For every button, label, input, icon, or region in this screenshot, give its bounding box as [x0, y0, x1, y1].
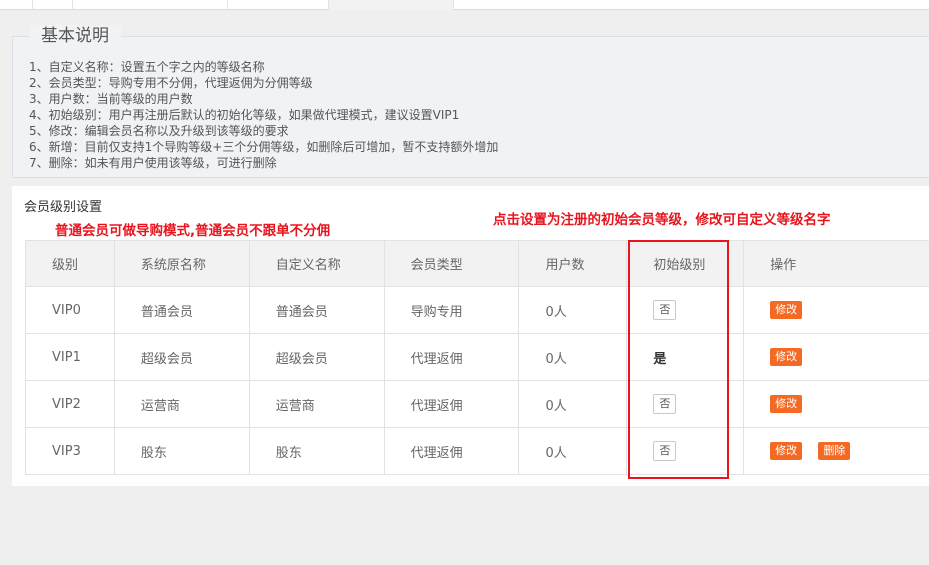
header-member-type: 会员类型	[383, 240, 520, 287]
header-actions: 操作	[743, 240, 929, 287]
cell-actions: 修改 删除	[743, 427, 929, 475]
set-initial-button[interactable]: 否	[653, 300, 677, 320]
cell-member-type: 导购专用	[383, 286, 520, 334]
cell-user-count: 0人	[518, 427, 628, 475]
info-line: 6、新增：目前仅支持1个导购等级+三个分佣等级，如删除后可增加，暂不支持额外增加	[29, 140, 499, 154]
header-system-name: 系统原名称	[113, 240, 250, 287]
cell-level: VIP1	[25, 333, 115, 381]
member-level-table: 级别 系统原名称 自定义名称 会员类型 用户数 初始级别 操作 VIP0 普通会…	[25, 240, 929, 475]
initial-level-yes: 是	[653, 351, 667, 367]
annotation-right: 点击设置为注册的初始会员等级，修改可自定义等级名字	[493, 212, 831, 228]
header-user-count: 用户数	[518, 240, 628, 287]
cell-level: VIP2	[25, 380, 115, 428]
info-line: 7、删除：如未有用户使用该等级，可进行删除	[29, 156, 277, 170]
header-level: 级别	[25, 240, 115, 287]
cell-system-name: 股东	[113, 427, 250, 475]
cell-member-type: 代理返佣	[383, 427, 520, 475]
cell-custom-name: 超级会员	[248, 333, 385, 381]
cell-initial-level: 否	[626, 427, 745, 475]
cell-member-type: 代理返佣	[383, 333, 520, 381]
tab-item-active[interactable]	[328, 0, 454, 10]
set-initial-button[interactable]: 否	[653, 394, 677, 414]
cell-user-count: 0人	[518, 380, 628, 428]
delete-button[interactable]: 删除	[818, 442, 851, 460]
header-custom-name: 自定义名称	[248, 240, 385, 287]
table-row: VIP2 运营商 运营商 代理返佣 0人 否 修改	[25, 380, 929, 428]
table-row: VIP0 普通会员 普通会员 导购专用 0人 否 修改	[25, 286, 929, 334]
cell-member-type: 代理返佣	[383, 380, 520, 428]
cell-custom-name: 普通会员	[248, 286, 385, 334]
set-initial-button[interactable]: 否	[653, 441, 677, 461]
info-line: 4、初始级别：用户再注册后默认的初始化等级，如果做代理模式，建议设置VIP1	[29, 108, 460, 122]
edit-button[interactable]: 修改	[770, 442, 803, 460]
cell-actions: 修改	[743, 286, 929, 334]
table-row: VIP1 超级会员 超级会员 代理返佣 0人 是 修改	[25, 333, 929, 381]
cell-actions: 修改	[743, 333, 929, 381]
cell-initial-level: 否	[626, 380, 745, 428]
header-initial-level: 初始级别	[626, 240, 745, 287]
top-tab-bar	[0, 0, 929, 10]
edit-button[interactable]: 修改	[770, 395, 803, 413]
cell-custom-name: 股东	[248, 427, 385, 475]
cell-initial-level: 是	[626, 333, 745, 381]
tab-item[interactable]	[72, 0, 228, 10]
basic-info-box: 基本说明 1、自定义名称：设置五个字之内的等级名称 2、会员类型：导购专用不分佣…	[12, 25, 929, 178]
table-header-row: 级别 系统原名称 自定义名称 会员类型 用户数 初始级别 操作	[25, 240, 929, 287]
info-line: 2、会员类型：导购专用不分佣，代理返佣为分佣等级	[29, 76, 313, 90]
cell-user-count: 0人	[518, 333, 628, 381]
cell-system-name: 运营商	[113, 380, 250, 428]
edit-button[interactable]: 修改	[770, 348, 803, 366]
cell-custom-name: 运营商	[248, 380, 385, 428]
tab-divider	[32, 0, 33, 10]
annotation-left: 普通会员可做导购模式,普通会员不跟单不分佣	[55, 223, 331, 239]
cell-system-name: 普通会员	[113, 286, 250, 334]
cell-initial-level: 否	[626, 286, 745, 334]
cell-actions: 修改	[743, 380, 929, 428]
member-level-panel: 会员级别设置 普通会员可做导购模式,普通会员不跟单不分佣 点击设置为注册的初始会…	[12, 186, 929, 486]
cell-user-count: 0人	[518, 286, 628, 334]
info-line: 1、自定义名称：设置五个字之内的等级名称	[29, 60, 265, 74]
cell-system-name: 超级会员	[113, 333, 250, 381]
info-line: 5、修改：编辑会员名称以及升级到该等级的要求	[29, 124, 289, 138]
cell-level: VIP3	[25, 427, 115, 475]
info-line: 3、用户数：当前等级的用户数	[29, 92, 193, 106]
edit-button[interactable]: 修改	[770, 301, 803, 319]
basic-info-list: 1、自定义名称：设置五个字之内的等级名称 2、会员类型：导购专用不分佣，代理返佣…	[29, 59, 498, 171]
panel-title: 会员级别设置	[24, 200, 103, 215]
table-row: VIP3 股东 股东 代理返佣 0人 否 修改 删除	[25, 427, 929, 475]
basic-info-title: 基本说明	[29, 25, 121, 47]
cell-level: VIP0	[25, 286, 115, 334]
